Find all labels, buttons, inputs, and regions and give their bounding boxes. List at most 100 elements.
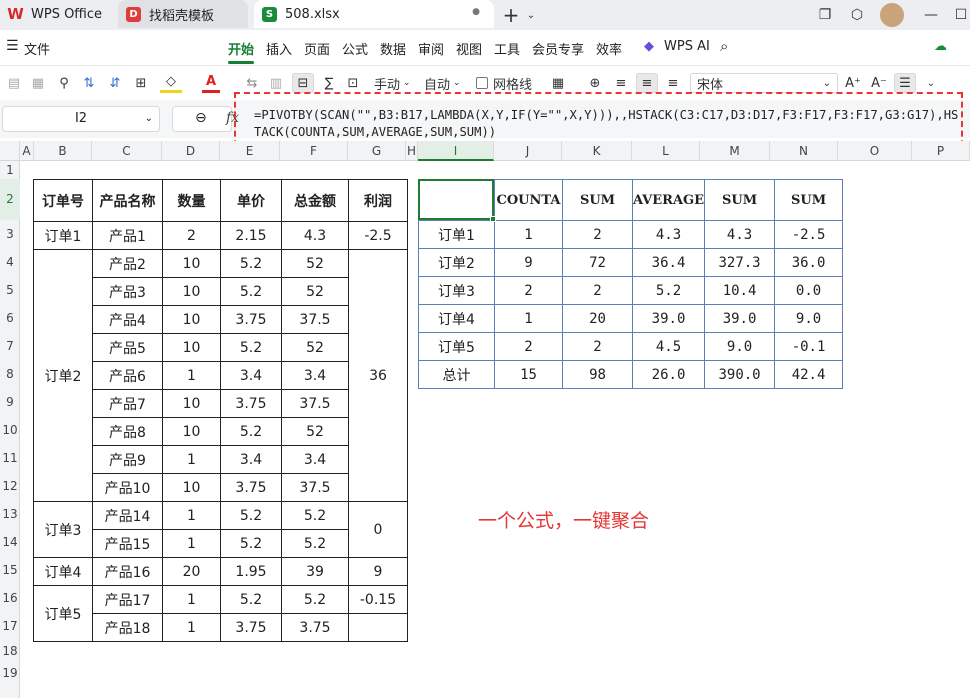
border-icon[interactable]: ⊞ (132, 73, 150, 93)
column-header-b[interactable]: B (34, 141, 92, 161)
value-cell[interactable]: 0.0 (774, 276, 844, 305)
price-cell[interactable]: 3.75 (220, 305, 282, 334)
header-cell[interactable]: 数量 (162, 179, 221, 222)
qty-cell[interactable]: 10 (162, 305, 221, 334)
menu-tools[interactable]: 工具 (494, 39, 520, 58)
value-cell[interactable]: 26.0 (631, 360, 706, 389)
qty-cell[interactable]: 10 (162, 417, 221, 446)
row-header[interactable]: 4 (0, 248, 20, 276)
menu-insert[interactable]: 插入 (266, 39, 292, 58)
font-select[interactable]: 宋体 ⌄ (690, 73, 838, 93)
value-cell[interactable]: 42.4 (774, 360, 844, 389)
column-header-a[interactable]: A (20, 141, 34, 161)
row-label-cell[interactable]: 订单1 (418, 220, 495, 249)
order-cell[interactable]: 订单3 (33, 501, 93, 558)
row-header[interactable]: 17 (0, 612, 20, 640)
value-cell[interactable]: 98 (562, 360, 633, 389)
price-cell[interactable]: 3.4 (220, 445, 282, 474)
row-label-cell[interactable]: 订单2 (418, 248, 495, 277)
amount-cell[interactable]: 5.2 (281, 529, 349, 558)
name-box[interactable]: I2 ⌄ (2, 106, 160, 132)
value-cell[interactable]: 20 (562, 304, 633, 333)
align-left-icon[interactable]: ≡ (612, 73, 630, 93)
column-header-i[interactable]: I (418, 141, 494, 161)
maximize-icon[interactable]: ☐ (950, 4, 970, 26)
line-spacing-icon[interactable]: ☰ (894, 73, 916, 93)
product-cell[interactable]: 产品16 (92, 557, 163, 586)
price-cell[interactable]: 5.2 (220, 585, 282, 614)
value-cell[interactable]: 9.0 (704, 332, 776, 361)
product-cell[interactable]: 产品3 (92, 277, 163, 306)
qty-cell[interactable]: 20 (162, 557, 221, 586)
new-tab-button[interactable]: + (500, 3, 522, 27)
value-cell[interactable]: 15 (494, 360, 563, 389)
product-cell[interactable]: 产品5 (92, 333, 163, 362)
row-header[interactable]: 5 (0, 276, 20, 304)
column-header-h[interactable]: H (406, 141, 418, 161)
price-cell[interactable]: 5.2 (220, 249, 282, 278)
header-cell[interactable]: 产品名称 (92, 179, 163, 222)
value-cell[interactable]: 4.3 (631, 220, 706, 249)
formula-icon[interactable]: ∑ (320, 73, 338, 93)
product-cell[interactable]: 产品15 (92, 529, 163, 558)
amount-cell[interactable]: 37.5 (281, 473, 349, 502)
value-cell[interactable]: 9.0 (774, 304, 844, 333)
product-cell[interactable]: 产品17 (92, 585, 163, 614)
order-cell[interactable]: 订单2 (33, 249, 93, 502)
profit-cell[interactable]: -2.5 (348, 221, 408, 250)
amount-cell[interactable]: 5.2 (281, 585, 349, 614)
product-cell[interactable]: 产品7 (92, 389, 163, 418)
freeze-icon[interactable]: ▥ (268, 73, 284, 93)
column-header-o[interactable]: O (838, 141, 912, 161)
amount-cell[interactable]: 3.4 (281, 445, 349, 474)
menu-home[interactable]: 开始 (228, 39, 254, 58)
row-header[interactable]: 6 (0, 304, 20, 332)
qty-cell[interactable]: 10 (162, 277, 221, 306)
profit-cell[interactable]: 9 (348, 557, 408, 586)
product-cell[interactable]: 产品8 (92, 417, 163, 446)
value-cell[interactable]: 390.0 (704, 360, 776, 389)
row-label-cell[interactable]: 订单4 (418, 304, 495, 333)
menu-wps-ai[interactable]: WPS AI (664, 39, 710, 54)
product-cell[interactable]: 产品18 (92, 613, 163, 642)
order-cell[interactable]: 订单4 (33, 557, 93, 586)
value-cell[interactable]: 39.0 (631, 304, 706, 333)
header-cell[interactable]: SUM (562, 179, 633, 221)
font-increase-icon[interactable]: A⁺ (844, 73, 862, 93)
value-cell[interactable]: 2 (562, 332, 633, 361)
tab-template[interactable]: D 找稻壳模板 (118, 0, 248, 28)
cloud-sync-icon[interactable]: ☁ (934, 39, 947, 54)
sort-desc-icon[interactable]: ⇵ (106, 73, 124, 93)
value-cell[interactable]: -2.5 (774, 220, 844, 249)
qty-cell[interactable]: 10 (162, 473, 221, 502)
row-header[interactable]: 10 (0, 416, 20, 444)
amount-cell[interactable]: 52 (281, 277, 349, 306)
expand-icon[interactable]: ⊡ (344, 73, 362, 93)
wrap-icon[interactable]: ⇆ (244, 73, 260, 93)
price-cell[interactable]: 3.75 (220, 473, 282, 502)
column-header-m[interactable]: M (700, 141, 770, 161)
header-cell[interactable]: 单价 (220, 179, 282, 222)
value-cell[interactable]: 5.2 (631, 276, 706, 305)
chevron-down-icon[interactable]: ⌄ (924, 73, 938, 93)
header-cell[interactable]: SUM (774, 179, 844, 221)
font-decrease-icon[interactable]: A⁻ (870, 73, 888, 93)
price-cell[interactable]: 5.2 (220, 333, 282, 362)
order-cell[interactable]: 订单5 (33, 585, 93, 642)
row-header[interactable]: 13 (0, 500, 20, 528)
value-cell[interactable]: 39.0 (704, 304, 776, 333)
column-header-k[interactable]: K (562, 141, 632, 161)
value-cell[interactable]: 10.4 (704, 276, 776, 305)
column-header-e[interactable]: E (220, 141, 280, 161)
profit-cell[interactable]: 36 (348, 249, 408, 502)
checkbox[interactable] (476, 77, 488, 89)
fill-color-icon[interactable]: ◇ (160, 73, 182, 93)
row-header[interactable]: 9 (0, 388, 20, 416)
tab-508-xlsx[interactable]: S 508.xlsx ● (254, 0, 494, 28)
value-cell[interactable]: 2 (494, 276, 563, 305)
column-header-g[interactable]: G (348, 141, 406, 161)
row-header[interactable]: 12 (0, 472, 20, 500)
product-cell[interactable]: 产品6 (92, 361, 163, 390)
header-cell[interactable]: 总金额 (281, 179, 349, 222)
column-header-j[interactable]: J (494, 141, 562, 161)
